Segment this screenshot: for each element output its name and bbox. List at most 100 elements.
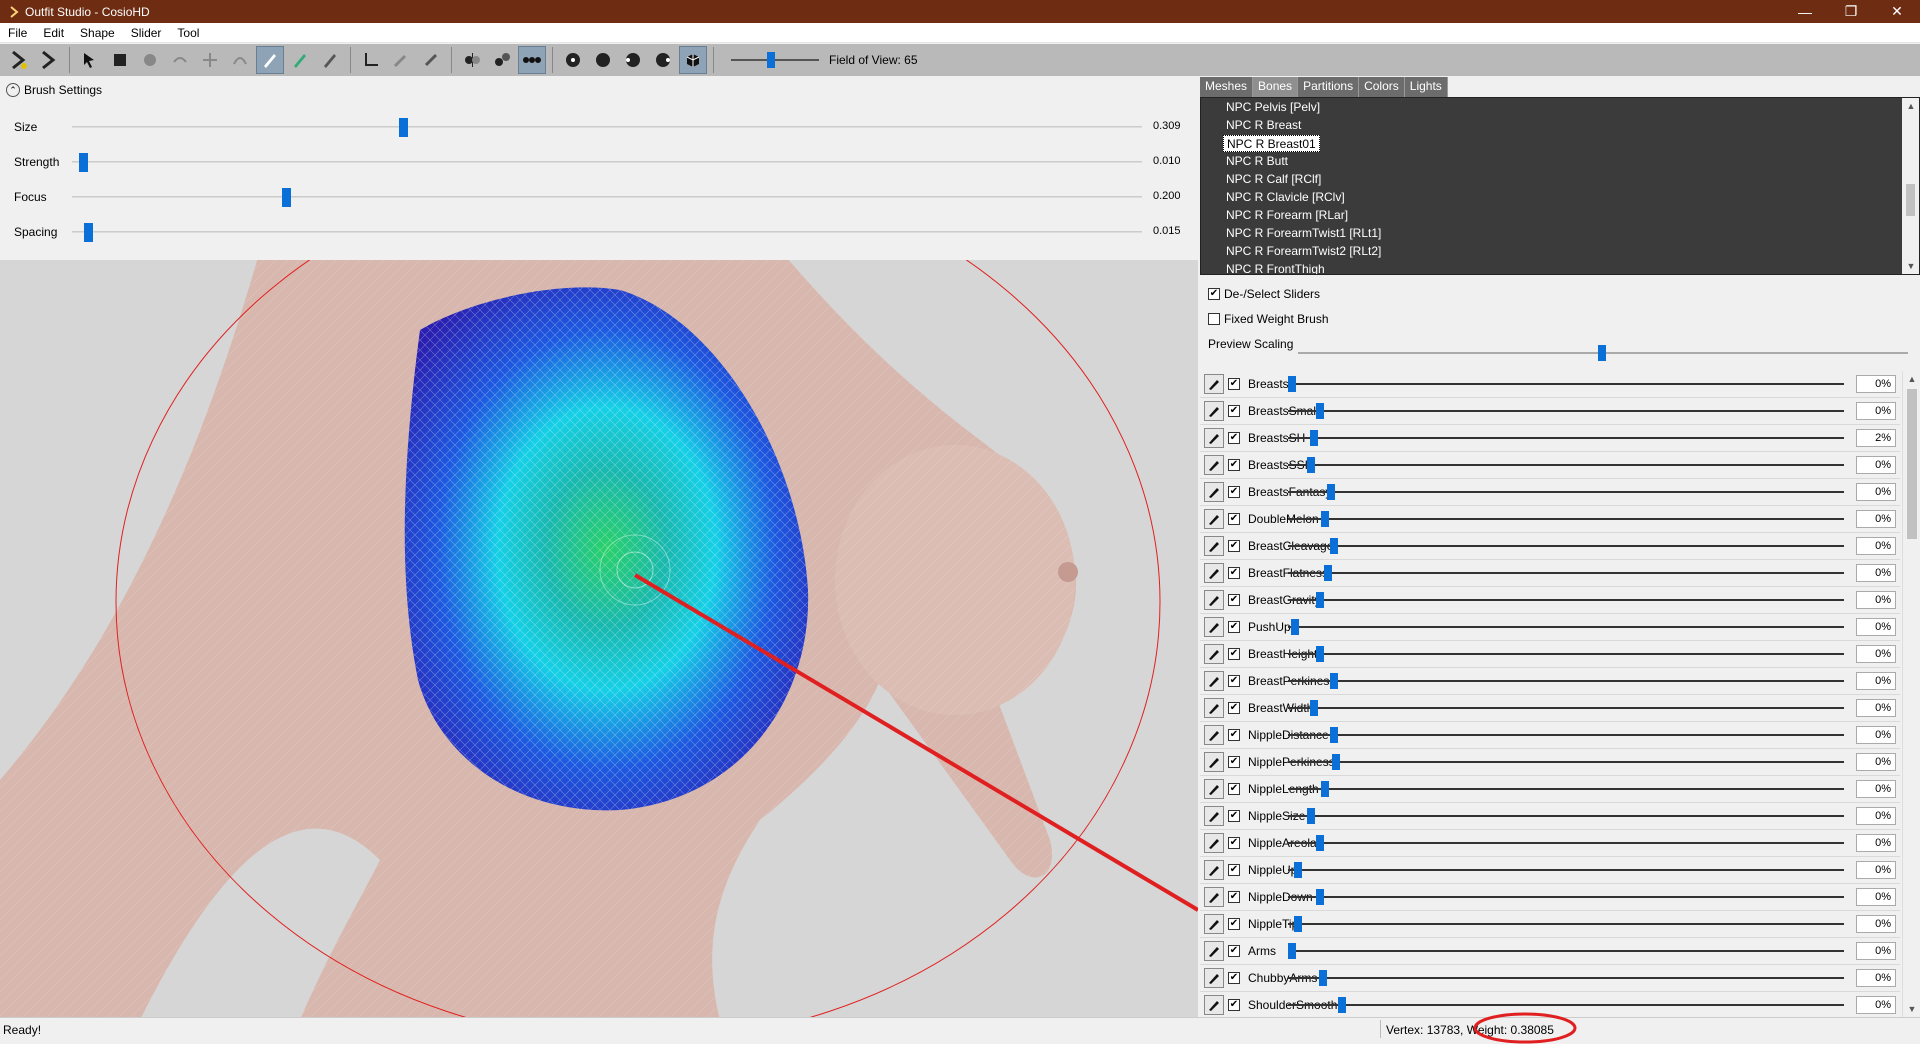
slider-value-input[interactable]: 0% [1856,564,1896,582]
edit-slider-icon[interactable] [1204,671,1224,691]
bones-list[interactable]: NPC Pelvis [Pelv] NPC R Breast NPC R Bre… [1200,97,1920,275]
edit-slider-icon[interactable] [1204,401,1224,421]
slider-value-input[interactable]: 0% [1856,645,1896,663]
slider-value-input[interactable]: 0% [1856,591,1896,609]
smooth-brush-icon[interactable] [226,46,254,74]
fov-slider-thumb[interactable] [767,52,775,68]
edit-slider-icon[interactable] [1204,698,1224,718]
slider-thumb[interactable] [1318,970,1327,986]
slider-thumb[interactable] [1288,943,1296,959]
slider-track[interactable] [1288,1004,1844,1006]
bone-item-selected[interactable]: NPC R Breast01 [1223,135,1320,152]
edit-slider-icon[interactable] [1204,995,1224,1015]
slider-track[interactable] [1288,950,1844,952]
slider-checkbox[interactable]: ✔ [1228,378,1240,390]
left-view-icon[interactable] [619,46,647,74]
edit-slider-icon[interactable] [1204,617,1224,637]
edit-slider-icon[interactable] [1204,374,1224,394]
bone-item[interactable]: NPC R FrontThigh [1223,261,1328,274]
slider-value-input[interactable]: 0% [1856,861,1896,879]
slider-value-input[interactable]: 0% [1856,510,1896,528]
edit-slider-icon[interactable] [1204,536,1224,556]
scroll-down-icon[interactable]: ▼ [1902,258,1919,274]
bones-scrollbar[interactable]: ▲ ▼ [1902,98,1919,274]
slider-track[interactable] [1288,734,1844,736]
brush-spacing-slider[interactable] [72,231,1142,233]
edit-slider-icon[interactable] [1204,833,1224,853]
slider-thumb[interactable] [1290,619,1299,635]
color-brush-icon[interactable] [286,46,314,74]
alpha-brush-icon[interactable] [316,46,344,74]
brush-strength-thumb[interactable] [78,153,88,172]
slider-checkbox[interactable]: ✔ [1228,783,1240,795]
inflate-brush-icon[interactable] [136,46,164,74]
slider-value-input[interactable]: 0% [1856,402,1896,420]
menu-tool[interactable]: Tool [169,23,207,43]
slider-thumb[interactable] [1307,808,1316,824]
3d-viewport[interactable] [0,260,1198,1017]
slider-checkbox[interactable]: ✔ [1228,405,1240,417]
scroll-down-icon[interactable]: ▼ [1903,1001,1920,1017]
edit-slider-icon[interactable] [1204,779,1224,799]
slider-thumb[interactable] [1293,916,1302,932]
slider-track[interactable] [1288,869,1844,871]
close-icon[interactable]: ✕ [1874,0,1920,23]
edit-slider-icon[interactable] [1204,590,1224,610]
slider-thumb[interactable] [1338,997,1347,1013]
brush-size-thumb[interactable] [398,118,408,137]
back-view-icon[interactable] [589,46,617,74]
slider-value-input[interactable]: 0% [1856,915,1896,933]
slider-track[interactable] [1288,680,1844,682]
slider-track[interactable] [1288,599,1844,601]
slider-checkbox[interactable]: ✔ [1228,432,1240,444]
brush-focus-thumb[interactable] [282,188,291,207]
slider-value-input[interactable]: 0% [1856,834,1896,852]
right-view-icon[interactable] [649,46,677,74]
transform-icon[interactable] [357,46,385,74]
slider-checkbox[interactable]: ✔ [1228,756,1240,768]
bone-item[interactable]: NPC Pelvis [Pelv] [1223,99,1323,116]
slider-track[interactable] [1288,383,1844,385]
bone-item[interactable]: NPC R Calf [RClf] [1223,171,1324,188]
edit-slider-icon[interactable] [1204,725,1224,745]
slider-checkbox[interactable]: ✔ [1228,864,1240,876]
tab-partitions[interactable]: Partitions [1298,77,1360,97]
minimize-icon[interactable]: — [1782,0,1828,23]
slider-thumb[interactable] [1293,862,1302,878]
bone-item[interactable]: NPC R ForearmTwist2 [RLt2] [1223,243,1384,260]
slider-value-input[interactable]: 0% [1856,807,1896,825]
edit-slider-icon[interactable] [1204,455,1224,475]
brush-strength-slider[interactable] [72,161,1142,163]
slider-value-input[interactable]: 0% [1856,726,1896,744]
tab-lights[interactable]: Lights [1404,77,1448,97]
slider-value-input[interactable]: 0% [1856,537,1896,555]
menu-edit[interactable]: Edit [35,23,72,43]
x-mirror-icon[interactable] [458,46,486,74]
edit-slider-icon[interactable] [1204,941,1224,961]
slider-track[interactable] [1288,491,1844,493]
slider-thumb[interactable] [1321,511,1330,527]
slider-value-input[interactable]: 0% [1856,996,1896,1014]
global-brush-icon[interactable] [518,46,546,74]
slider-track[interactable] [1288,761,1844,763]
slider-thumb[interactable] [1329,727,1338,743]
slider-checkbox[interactable]: ✔ [1228,891,1240,903]
slider-track[interactable] [1288,842,1844,844]
slider-value-input[interactable]: 0% [1856,780,1896,798]
bone-item[interactable]: NPC R Breast [1223,117,1304,134]
slider-track[interactable] [1288,626,1844,628]
slider-thumb[interactable] [1324,565,1333,581]
slider-track[interactable] [1288,977,1844,979]
brush-focus-slider[interactable] [72,196,1142,198]
bone-item[interactable]: NPC R ForearmTwist1 [RLt1] [1223,225,1384,242]
edit-slider-icon[interactable] [1204,887,1224,907]
slider-thumb[interactable] [1307,457,1316,473]
preview-scaling-thumb[interactable] [1598,345,1606,361]
fixed-weight-brush-option[interactable]: Fixed Weight Brush [1208,312,1329,326]
slider-value-input[interactable]: 0% [1856,672,1896,690]
slider-track[interactable] [1288,896,1844,898]
slider-track[interactable] [1288,653,1844,655]
slider-thumb[interactable] [1329,538,1338,554]
slider-value-input[interactable]: 2% [1856,429,1896,447]
slider-checkbox[interactable]: ✔ [1228,675,1240,687]
